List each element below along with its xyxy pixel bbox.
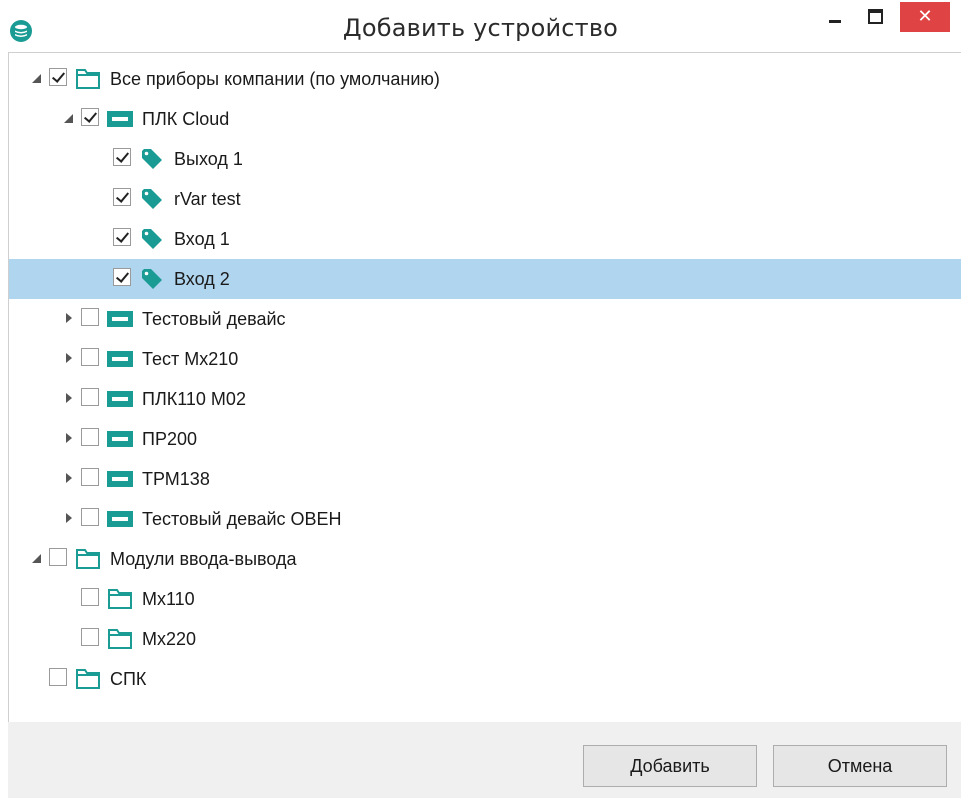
tree-item-checkbox[interactable] (81, 308, 99, 326)
tag-icon (142, 189, 162, 209)
add-button[interactable]: Добавить (583, 745, 757, 787)
expand-arrow-icon[interactable] (63, 473, 75, 485)
tree-item-label: Модули ввода-вывода (110, 549, 297, 569)
tree-item-label: Мх220 (142, 629, 197, 649)
maximize-button[interactable] (862, 6, 892, 36)
tree-item-label: Тестовый девайс (142, 309, 286, 329)
minimize-button[interactable] (822, 6, 852, 36)
tree-item[interactable]: ПЛК Cloud (9, 99, 961, 139)
close-button[interactable]: ✕ (900, 2, 950, 32)
tree-item-label: Все приборы компании (по умолчанию) (110, 69, 440, 89)
tree-item[interactable]: Мх220 (9, 619, 961, 659)
tree-item-checkbox[interactable] (113, 148, 131, 166)
tree-item-checkbox[interactable] (81, 628, 99, 646)
tree-item-checkbox[interactable] (81, 348, 99, 366)
tag-icon (142, 149, 162, 169)
device-icon (107, 311, 133, 327)
tree-item-label: ПЛК110 М02 (142, 389, 246, 409)
folder-icon (76, 69, 100, 89)
tree-item[interactable]: rVar test (9, 179, 961, 219)
close-icon: ✕ (917, 6, 933, 26)
expand-arrow-icon[interactable] (63, 433, 75, 445)
tree-item[interactable]: Тестовый девайс (9, 299, 961, 339)
tree-item-label: rVar test (174, 189, 241, 209)
tree-item-checkbox[interactable] (49, 68, 67, 86)
collapse-arrow-icon[interactable] (31, 553, 43, 565)
tree-item-checkbox[interactable] (81, 388, 99, 406)
tree-item-checkbox[interactable] (49, 548, 67, 566)
tree-item[interactable]: Вход 2 (9, 259, 961, 299)
window-title: Добавить устройство (342, 14, 619, 42)
tree-item[interactable]: Тест Мх210 (9, 339, 961, 379)
tree-item[interactable]: Тестовый девайс ОВЕН (9, 499, 961, 539)
tag-icon (142, 269, 162, 289)
title-bar[interactable]: Добавить устройство ✕ (0, 0, 961, 52)
folder-icon (76, 669, 100, 689)
tree-item-checkbox[interactable] (81, 588, 99, 606)
device-icon (107, 431, 133, 447)
add-device-dialog: Добавить устройство ✕ Все приборы компан… (0, 0, 961, 798)
tree-item-label: Тестовый девайс ОВЕН (142, 509, 342, 529)
tree-item-label: ТРМ138 (142, 469, 210, 489)
tree-item-label: Вход 2 (174, 269, 230, 289)
expand-arrow-icon[interactable] (63, 393, 75, 405)
tree-item-label: ПЛК Cloud (142, 109, 230, 129)
tree-item-checkbox[interactable] (113, 268, 131, 286)
tree-item-checkbox[interactable] (81, 428, 99, 446)
tree-item-label: Мх110 (142, 589, 195, 609)
tree-item-label: Тест Мх210 (142, 349, 239, 369)
collapse-arrow-icon[interactable] (63, 113, 75, 125)
tree-item[interactable]: ПР200 (9, 419, 961, 459)
device-icon (107, 391, 133, 407)
tree-item-checkbox[interactable] (49, 668, 67, 686)
folder-icon (108, 629, 132, 649)
tree-item[interactable]: Мх110 (9, 579, 961, 619)
collapse-arrow-icon[interactable] (31, 73, 43, 85)
tree-item-label: Выход 1 (174, 149, 243, 169)
tree-item[interactable]: ПЛК110 М02 (9, 379, 961, 419)
tree-item[interactable]: Выход 1 (9, 139, 961, 179)
device-icon (107, 111, 133, 127)
device-icon (107, 351, 133, 367)
device-icon (107, 511, 133, 527)
tree-item[interactable]: Модули ввода-вывода (9, 539, 961, 579)
tree-item-label: Вход 1 (174, 229, 230, 249)
folder-icon (76, 549, 100, 569)
tree-item[interactable]: СПК (9, 659, 961, 699)
tag-icon (142, 229, 162, 249)
tree-item-label: ПР200 (142, 429, 197, 449)
expand-arrow-icon[interactable] (63, 353, 75, 365)
folder-icon (108, 589, 132, 609)
tree-item-label: СПК (110, 669, 147, 689)
cancel-button[interactable]: Отмена (773, 745, 947, 787)
expand-arrow-icon[interactable] (63, 313, 75, 325)
device-tree[interactable]: Все приборы компании (по умолчанию) ПЛК C… (8, 52, 961, 722)
tree-item[interactable]: Все приборы компании (по умолчанию) (9, 59, 961, 99)
expand-arrow-icon[interactable] (63, 513, 75, 525)
tree-item[interactable]: ТРМ138 (9, 459, 961, 499)
tree-item-checkbox[interactable] (113, 188, 131, 206)
tree-item-checkbox[interactable] (81, 468, 99, 486)
tree-item[interactable]: Вход 1 (9, 219, 961, 259)
tree-item-checkbox[interactable] (81, 108, 99, 126)
device-icon (107, 471, 133, 487)
tree-item-checkbox[interactable] (113, 228, 131, 246)
tree-item-checkbox[interactable] (81, 508, 99, 526)
